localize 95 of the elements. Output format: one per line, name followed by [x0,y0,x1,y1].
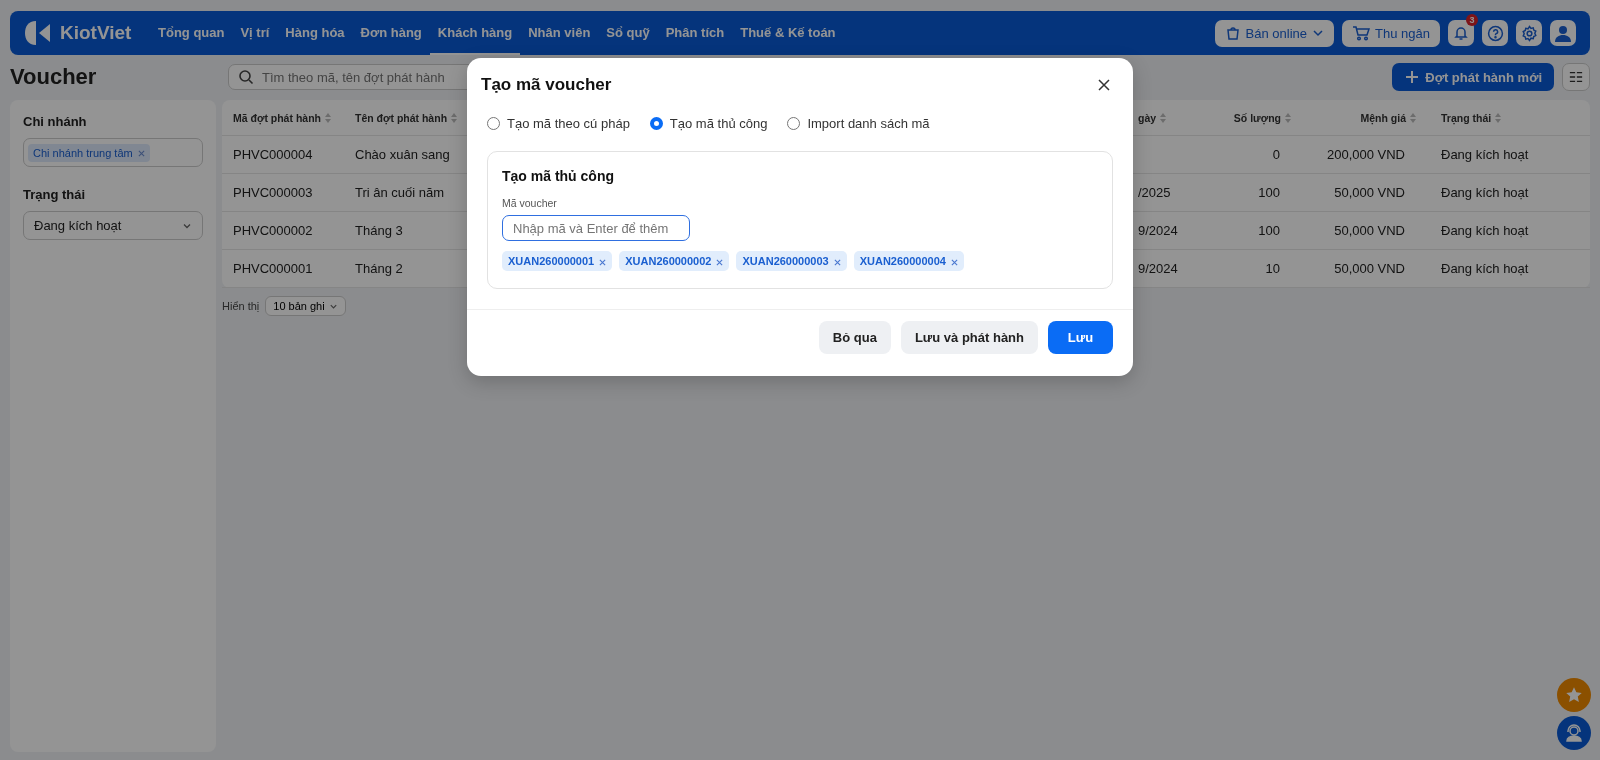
mode-radio[interactable]: Tạo mã theo cú pháp [487,116,630,131]
nav-tab[interactable]: Thuế & Kế toán [732,11,844,55]
sort-icon[interactable] [1159,111,1168,124]
filter-label: Trạng thái [23,187,87,202]
favorite-button[interactable] [1557,678,1591,712]
nav-tab[interactable]: Khách hàng [429,11,521,55]
table-cell-text: Đang kích hoạt [1440,223,1530,238]
column-header[interactable]: gày [1136,111,1226,124]
star-icon [1565,686,1583,704]
column-header[interactable]: Mệnh giá [1298,111,1423,124]
cashier-button[interactable]: Thu ngân [1342,19,1440,47]
mode-radio[interactable]: Tạo mã thủ công [649,116,768,131]
table-cell-text: Tháng 3 [354,223,404,238]
save-button[interactable]: Lưu [1048,321,1113,354]
column-header[interactable]: Trạng thái [1423,111,1590,124]
section-title: Tạo mã thủ công [502,168,615,184]
page-size-label: Hiển thị [222,300,260,312]
plus-icon [1404,69,1421,85]
sort-icon[interactable] [450,111,459,124]
table-cell-text: 0 [1271,147,1281,162]
table-cell: 9/2024 [1138,261,1178,276]
sort-icon[interactable] [1494,111,1503,124]
table-cell-text: Tháng 2 [354,261,404,276]
online-sales-button[interactable]: Bán online [1214,19,1335,47]
status-select[interactable]: Đang kích hoạt [23,211,203,240]
table-cell-text: PHVC000002 [232,223,314,238]
search-icon [238,69,254,85]
voucher-code-tag: XUAN260000003 [736,251,847,271]
column-header[interactable]: Mã đợt phát hành [222,111,344,124]
remove-icon[interactable] [599,258,607,266]
table-cell-text: PHVC000004 [232,147,314,162]
table-cell-text: 100 [1257,185,1281,200]
headset-icon [1564,723,1584,743]
support-button[interactable] [1557,716,1591,750]
user-icon [1553,23,1573,43]
branch-field[interactable]: Chi nhánh trung tâm [23,138,203,167]
cancel-button[interactable]: Bỏ qua [818,321,891,354]
remove-icon[interactable] [950,258,958,266]
nav-tab[interactable]: Tổng quan [150,11,233,55]
nav-tab[interactable]: Vị trí [232,11,278,55]
table-cell-text: Đang kích hoạt [1440,261,1530,276]
voucher-code-tag: XUAN260000002 [619,251,730,271]
user-avatar[interactable] [1550,20,1576,46]
logo-text: KiotViet [60,22,132,44]
mode-radio[interactable]: Import danh sách mã [787,116,930,131]
save-and-issue-button[interactable]: Lưu và phát hành [900,321,1038,354]
filter-label: Chi nhánh [23,114,88,129]
column-header[interactable]: Tên đợt phát hành [344,111,460,124]
remove-icon[interactable] [716,258,724,266]
column-settings-button[interactable] [1562,63,1590,91]
bell-icon [1453,25,1469,41]
table-cell-text: Tri ân cuối năm [354,185,446,200]
help-button[interactable] [1482,20,1508,46]
voucher-code-input[interactable]: Nhập mã và Enter để thêm [502,215,690,241]
table-cell-text: 200,000 VND [1325,147,1406,162]
page-size-select[interactable]: 10 bản ghi [265,296,346,316]
page-title: Voucher [10,64,98,90]
notification-count: 3 [1466,14,1478,26]
nav-tab[interactable]: Phân tích [657,11,733,55]
remove-icon[interactable] [137,150,145,158]
table-cell-text: 100 [1257,223,1281,238]
table-cell-text: Đang kích hoạt [1440,147,1530,162]
branch-tag: Chi nhánh trung tâm [28,143,150,162]
table-cell-text: PHVC000003 [232,185,314,200]
settings-button[interactable] [1516,20,1542,46]
nav-tab[interactable]: Đơn hàng [352,11,430,55]
settings-icon [1520,24,1538,42]
chevron-down-icon [1312,27,1325,39]
shopping-bag-icon [1224,25,1241,41]
column-header[interactable]: Số lượng [1226,111,1298,124]
nav-tab[interactable]: Nhân viên [520,11,599,55]
table-cell-text: Chào xuân sang [354,147,451,162]
table-cell: 9/2024 [1138,223,1178,238]
table-cell-text: PHVC000001 [232,261,314,276]
new-batch-button[interactable]: Đợt phát hành mới [1392,63,1554,91]
nav-tab[interactable]: Sổ quỹ [598,11,658,55]
voucher-code-tag: XUAN260000004 [853,251,964,271]
close-icon [1098,79,1110,91]
sort-icon[interactable] [1284,111,1292,124]
voucher-code-tag: XUAN260000001 [502,251,613,271]
table-cell-text: 10 [1264,261,1281,276]
sort-icon[interactable] [1409,111,1417,124]
table-cell: /2025 [1138,185,1171,200]
table-cell-text: Đang kích hoạt [1440,185,1530,200]
help-icon [1486,24,1504,42]
remove-icon[interactable] [833,258,841,266]
field-label: Mã voucher [502,197,558,209]
table-cell-text: 50,000 VND [1333,223,1406,238]
table-cell-text: 50,000 VND [1333,185,1406,200]
sort-icon[interactable] [323,111,332,124]
nav-tab[interactable]: Hàng hóa [277,11,353,55]
table-cell-text: 50,000 VND [1333,261,1406,276]
logo-icon [24,20,52,46]
cart-icon [1352,25,1371,41]
list-icon [1569,70,1583,84]
